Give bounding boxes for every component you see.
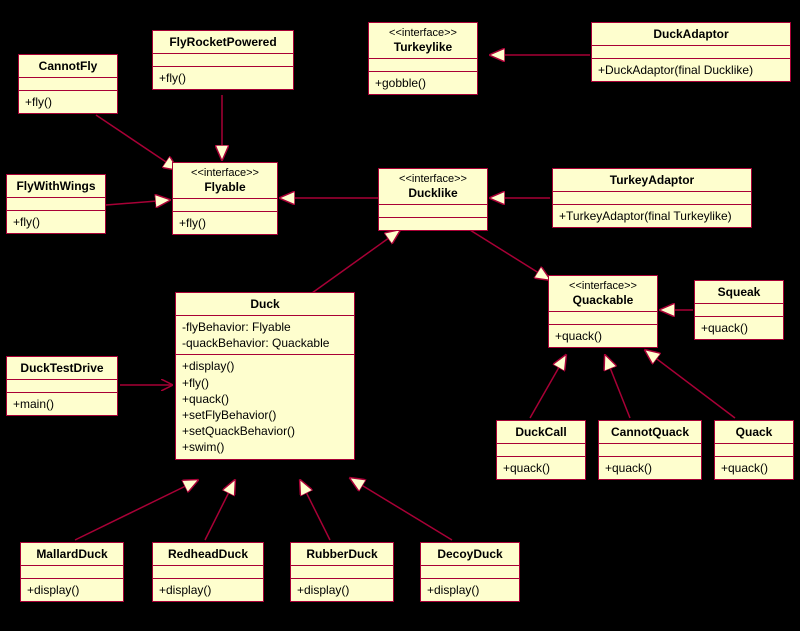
class-ops: +display() (421, 579, 519, 601)
class-attrs (21, 566, 123, 579)
class-RedheadDuck: RedheadDuck +display() (152, 542, 264, 602)
class-CannotQuack: CannotQuack +quack() (598, 420, 702, 480)
class-title: <<interface>>Quackable (549, 276, 657, 312)
class-ops: +fly() (7, 211, 105, 233)
class-ops: +fly() (173, 212, 277, 234)
class-attrs (153, 54, 293, 67)
class-DecoyDuck: DecoyDuck +display() (420, 542, 520, 602)
class-attrs: -flyBehavior: Flyable -quackBehavior: Qu… (176, 316, 354, 355)
class-ops: +fly() (19, 91, 117, 113)
class-ops: +quack() (549, 325, 657, 347)
class-title: TurkeyAdaptor (553, 169, 751, 192)
class-ops: +display() (21, 579, 123, 601)
class-ops: +fly() (153, 67, 293, 89)
class-ops: +quack() (695, 317, 783, 339)
class-ops: +quack() (715, 457, 793, 479)
class-attrs (19, 78, 117, 91)
class-ops: +DuckAdaptor(final Ducklike) (592, 59, 790, 81)
class-Duck: Duck -flyBehavior: Flyable -quackBehavio… (175, 292, 355, 460)
class-attrs (173, 199, 277, 212)
class-title: CannotQuack (599, 421, 701, 444)
class-attrs (153, 566, 263, 579)
class-title: MallardDuck (21, 543, 123, 566)
class-ops: +display() +fly() +quack() +setFlyBehavi… (176, 355, 354, 458)
class-TurkeyAdaptor: TurkeyAdaptor +TurkeyAdaptor(final Turke… (552, 168, 752, 228)
class-attrs (7, 380, 117, 393)
class-title: <<interface>>Ducklike (379, 169, 487, 205)
class-CannotFly: CannotFly +fly() (18, 54, 118, 114)
class-title: DuckAdaptor (592, 23, 790, 46)
class-RubberDuck: RubberDuck +display() (290, 542, 394, 602)
class-FlyRocketPowered: FlyRocketPowered +fly() (152, 30, 294, 90)
class-ops: +display() (153, 579, 263, 601)
class-attrs (379, 205, 487, 218)
class-attrs (369, 59, 477, 72)
class-title: <<interface>>Flyable (173, 163, 277, 199)
class-attrs (421, 566, 519, 579)
class-attrs (599, 444, 701, 457)
class-Squeak: Squeak +quack() (694, 280, 784, 340)
class-title: Squeak (695, 281, 783, 304)
class-ops: +quack() (497, 457, 585, 479)
class-title: DuckCall (497, 421, 585, 444)
class-title: FlyWithWings (7, 175, 105, 198)
class-DuckCall: DuckCall +quack() (496, 420, 586, 480)
class-title: DuckTestDrive (7, 357, 117, 380)
class-attrs (592, 46, 790, 59)
class-MallardDuck: MallardDuck +display() (20, 542, 124, 602)
class-title: RedheadDuck (153, 543, 263, 566)
class-ops: +gobble() (369, 72, 477, 94)
class-Flyable: <<interface>>Flyable +fly() (172, 162, 278, 235)
class-title: CannotFly (19, 55, 117, 78)
class-attrs (549, 312, 657, 325)
class-attrs (497, 444, 585, 457)
class-DuckAdaptor: DuckAdaptor +DuckAdaptor(final Ducklike) (591, 22, 791, 82)
class-ops: +quack() (599, 457, 701, 479)
class-attrs (553, 192, 751, 205)
class-ops: +main() (7, 393, 117, 415)
class-Quack: Quack +quack() (714, 420, 794, 480)
class-title: FlyRocketPowered (153, 31, 293, 54)
class-Turkeylike: <<interface>>Turkeylike +gobble() (368, 22, 478, 95)
class-ops: +TurkeyAdaptor(final Turkeylike) (553, 205, 751, 227)
class-title: <<interface>>Turkeylike (369, 23, 477, 59)
class-title: RubberDuck (291, 543, 393, 566)
class-title: Duck (176, 293, 354, 316)
class-attrs (695, 304, 783, 317)
class-title: Quack (715, 421, 793, 444)
class-attrs (715, 444, 793, 457)
class-DuckTestDrive: DuckTestDrive +main() (6, 356, 118, 416)
class-ops (379, 218, 487, 230)
class-attrs (7, 198, 105, 211)
class-attrs (291, 566, 393, 579)
class-ops: +display() (291, 579, 393, 601)
class-Quackable: <<interface>>Quackable +quack() (548, 275, 658, 348)
class-FlyWithWings: FlyWithWings +fly() (6, 174, 106, 234)
class-Ducklike: <<interface>>Ducklike (378, 168, 488, 231)
class-title: DecoyDuck (421, 543, 519, 566)
